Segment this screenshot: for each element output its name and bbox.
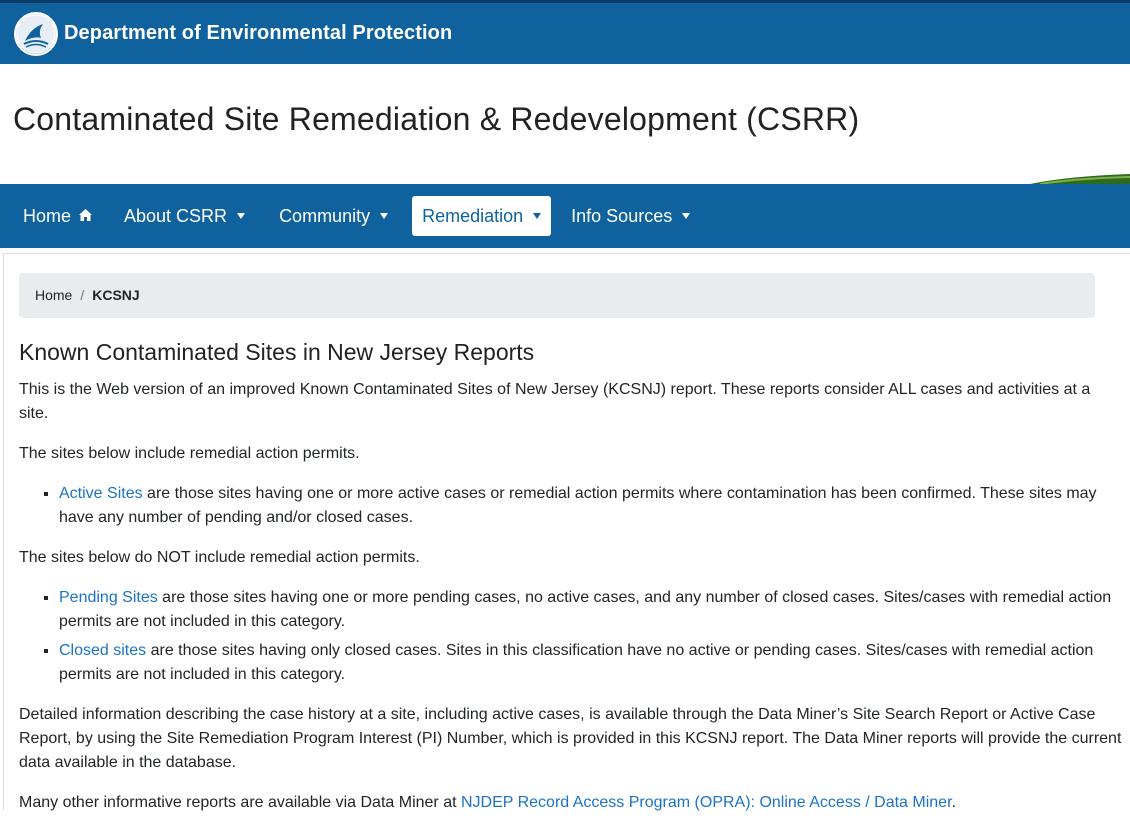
opra-data-miner-link[interactable]: NJDEP Record Access Program (OPRA): Onli… (461, 794, 952, 811)
site-banner: Contaminated Site Remediation & Redevelo… (0, 64, 1130, 184)
with-permits-list: Active Sites are those sites having one … (19, 482, 1124, 530)
nav-community-label: Community (279, 206, 371, 226)
other-reports-prefix: Many other informative reports are avail… (19, 794, 461, 811)
top-header-bar: Department of Environmental Protection (0, 0, 1130, 64)
nav-remediation[interactable]: Remediation (412, 196, 552, 236)
detail-paragraph: Detailed information describing the case… (19, 706, 1122, 771)
nav-info-sources[interactable]: Info Sources (561, 196, 700, 236)
department-name[interactable]: Department of Environmental Protection (64, 22, 452, 45)
main-content: Known Contaminated Sites in New Jersey R… (19, 336, 1124, 831)
nav-community[interactable]: Community (269, 196, 398, 236)
site-title[interactable]: Contaminated Site Remediation & Redevelo… (13, 101, 859, 138)
list-item-active: Active Sites are those sites having one … (59, 482, 1124, 530)
list-item-pending: Pending Sites are those sites having one… (59, 586, 1124, 634)
intro-paragraph: This is the Web version of an improved K… (19, 381, 1091, 422)
active-sites-desc: are those sites having one or more activ… (59, 485, 1097, 526)
home-icon (78, 196, 93, 236)
other-reports-suffix: . (951, 794, 956, 811)
caret-down-icon (237, 213, 246, 219)
nav-about-csrr[interactable]: About CSRR (114, 196, 255, 236)
caret-down-icon (380, 213, 389, 219)
breadcrumb: Home / KCSNJ (19, 273, 1095, 318)
nav-remediation-label: Remediation (422, 206, 524, 226)
list-item-closed: Closed sites are those sites having only… (59, 639, 1124, 687)
pending-sites-desc: are those sites having one or more pendi… (59, 589, 1112, 630)
breadcrumb-current: KCSNJ (92, 287, 140, 303)
active-sites-link[interactable]: Active Sites (59, 485, 143, 502)
nj-seal-icon[interactable] (14, 11, 58, 56)
with-permits-intro: The sites below include remedial action … (19, 445, 360, 462)
pending-sites-link[interactable]: Pending Sites (59, 589, 158, 606)
caret-down-icon (682, 213, 691, 219)
grass-decoration (1030, 174, 1130, 184)
page-title: Known Contaminated Sites in New Jersey R… (19, 339, 535, 365)
other-reports-paragraph: Many other informative reports are avail… (19, 791, 1124, 815)
nav-home[interactable]: Home (13, 196, 103, 236)
nav-info-sources-label: Info Sources (571, 206, 673, 226)
nav-about-label: About CSRR (124, 206, 228, 226)
caret-down-icon (533, 213, 542, 219)
without-permits-intro: The sites below do NOT include remedial … (19, 549, 420, 566)
breadcrumb-separator: / (80, 287, 85, 303)
closed-sites-desc: are those sites having only closed cases… (59, 642, 1094, 683)
breadcrumb-home-link[interactable]: Home (35, 287, 72, 303)
closed-sites-link[interactable]: Closed sites (59, 642, 146, 659)
main-nav: Home About CSRR Community Remediation In… (0, 184, 1130, 248)
nav-home-label: Home (23, 206, 72, 226)
without-permits-list: Pending Sites are those sites having one… (19, 586, 1124, 687)
